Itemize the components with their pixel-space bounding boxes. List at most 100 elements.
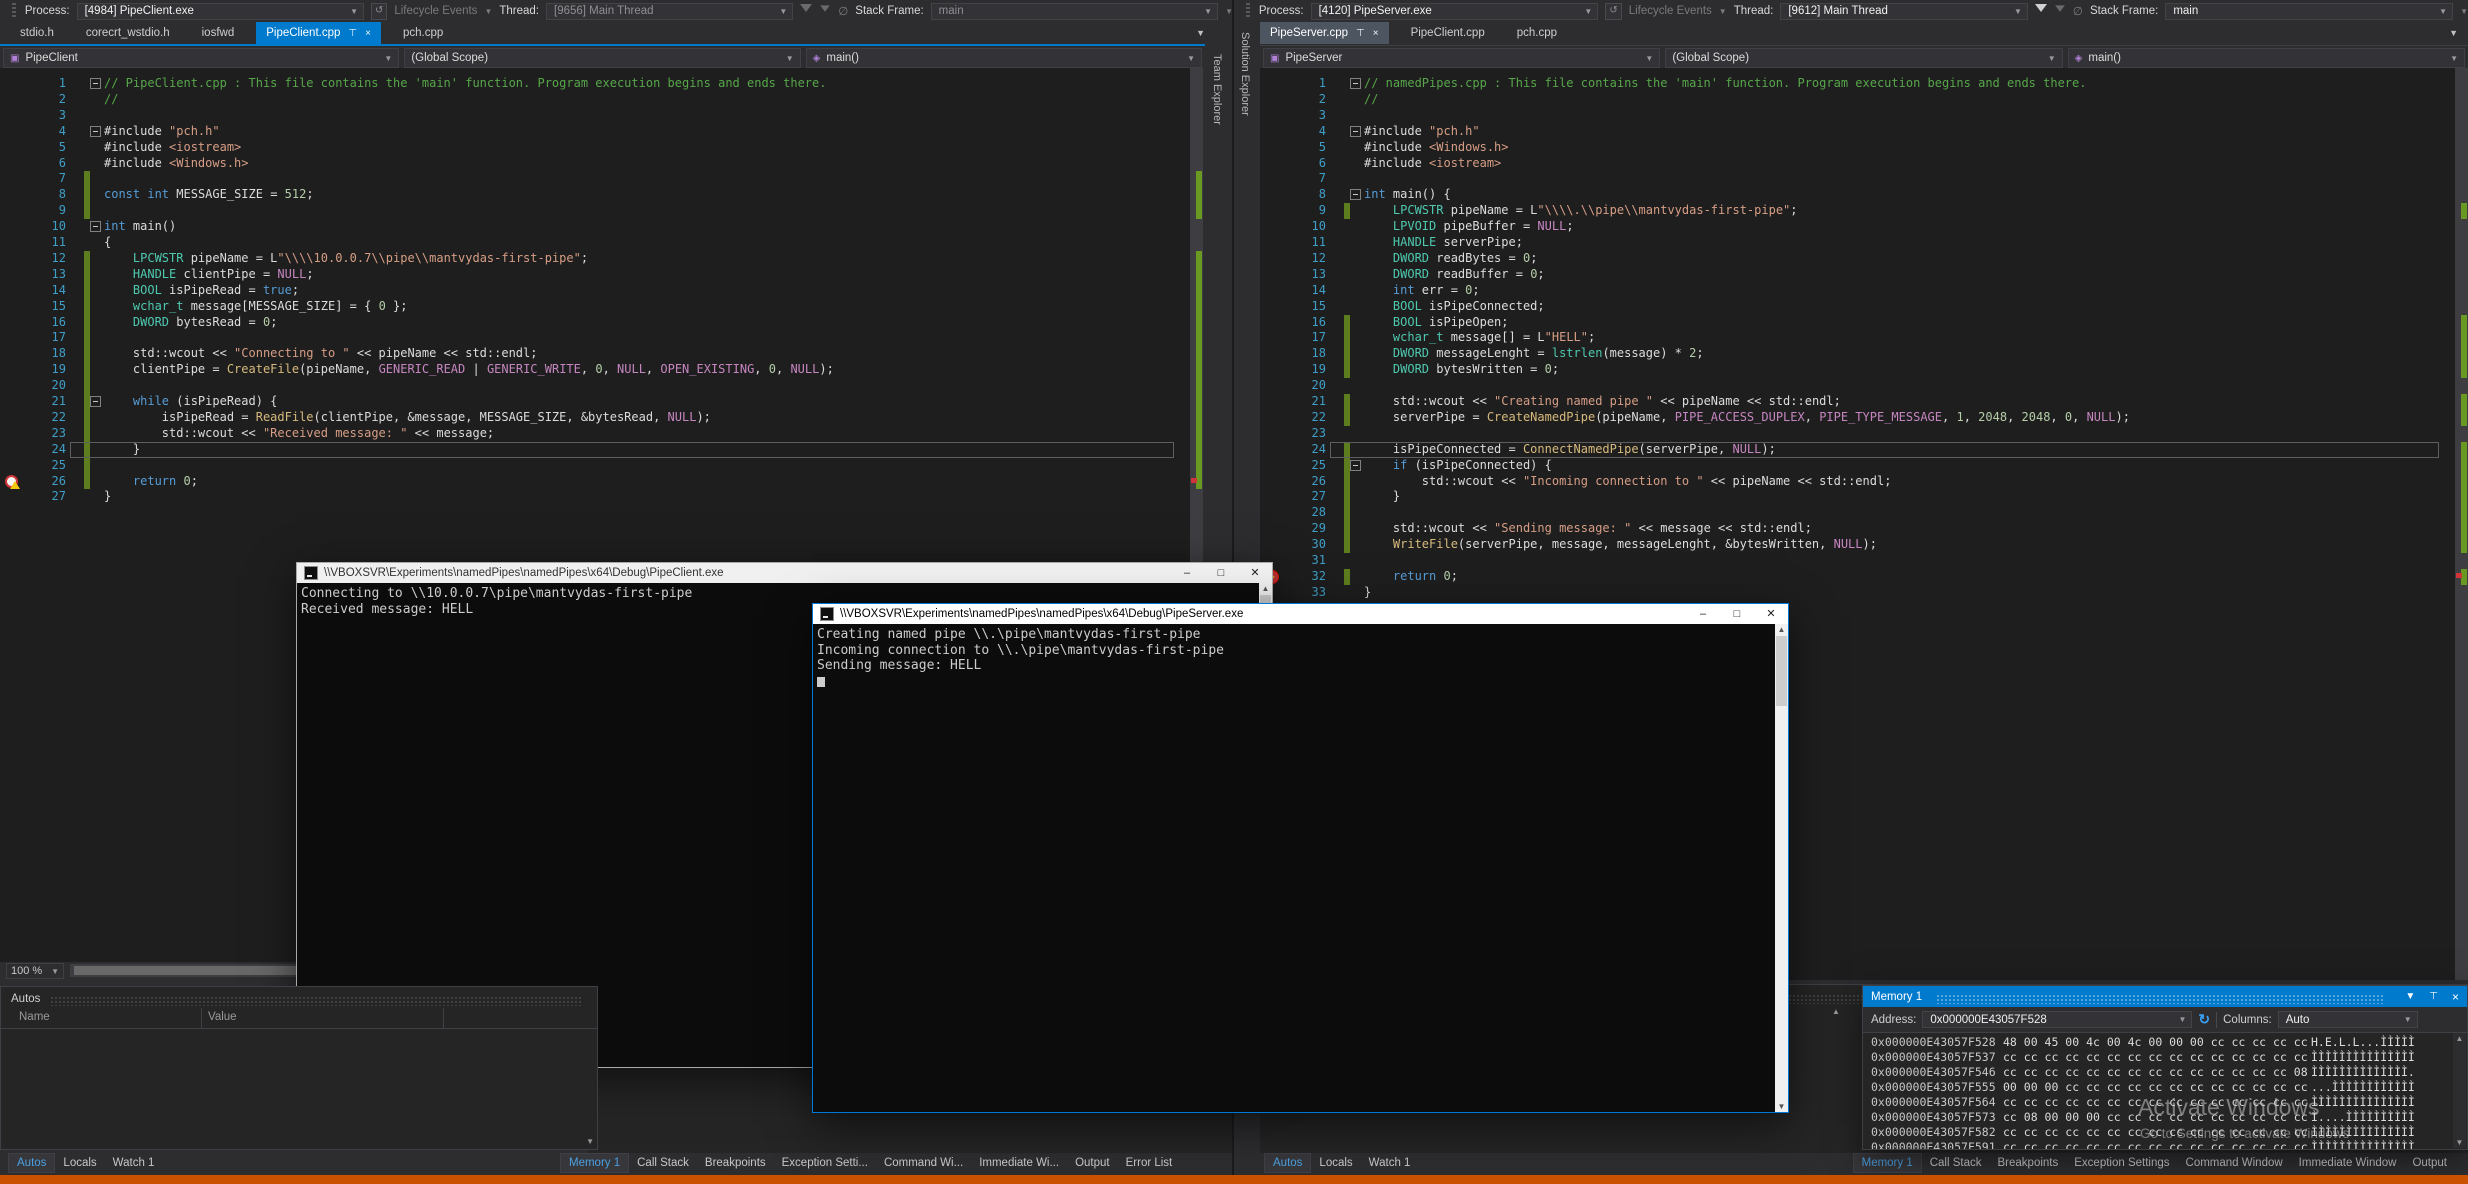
- panel-tab-call-stack[interactable]: Call Stack: [1922, 1154, 1990, 1172]
- change-tracking-bar: [1344, 394, 1350, 426]
- filter-flagged-icon[interactable]: [2055, 5, 2065, 16]
- address-input[interactable]: 0x000000E43057F528▼: [1922, 1011, 2192, 1028]
- tab-pipeclient-cpp[interactable]: PipeClient.cpp: [1401, 22, 1495, 44]
- suppress-icon[interactable]: ∅: [838, 4, 848, 18]
- project-dropdown[interactable]: ▣ PipeServer▼: [1263, 48, 1660, 68]
- column-value[interactable]: Value: [208, 1011, 237, 1023]
- console-title-bar[interactable]: \\VBOXSVR\Experiments\namedPipes\namedPi…: [297, 563, 1272, 583]
- pin-icon[interactable]: ⊤: [1356, 28, 1365, 39]
- pin-icon[interactable]: ⊤: [2429, 991, 2438, 1002]
- column-name[interactable]: Name: [19, 1011, 50, 1023]
- process-dropdown[interactable]: [4984] PipeClient.exe▼: [77, 3, 364, 20]
- breakpoint-warning-icon[interactable]: [5, 475, 18, 488]
- tab-list-chevron-icon[interactable]: ▼: [2449, 28, 2458, 38]
- tab-corecrt-wstdio-h[interactable]: corecrt_wstdio.h: [76, 22, 180, 44]
- member-dropdown[interactable]: ◈ main()▼: [2068, 48, 2465, 68]
- panel-tab-watch-1[interactable]: Watch 1: [1361, 1154, 1419, 1172]
- close-button[interactable]: ✕: [1754, 604, 1788, 624]
- editor-scrollbar-right[interactable]: [2455, 68, 2468, 980]
- fold-collapse-icon[interactable]: [90, 78, 101, 89]
- maximize-button[interactable]: □: [1204, 563, 1238, 583]
- lifecycle-events-icon[interactable]: ↺: [1605, 3, 1621, 20]
- maximize-button[interactable]: □: [1720, 604, 1754, 624]
- code-line: 18 DWORD messageLenght = lstrlen(message…: [1260, 346, 2455, 362]
- panel-tab-immediate-window[interactable]: Immediate Window: [2291, 1154, 2405, 1172]
- thread-dropdown[interactable]: [9612] Main Thread▼: [1780, 3, 2028, 20]
- chevron-down-icon: ▼: [2048, 54, 2056, 63]
- tab-pch-cpp[interactable]: pch.cpp: [393, 22, 453, 44]
- memory-title-bar[interactable]: Memory 1 ▼ ⊤ ×: [1863, 986, 2467, 1007]
- tab-stdio-h[interactable]: stdio.h: [10, 22, 64, 44]
- window-position-icon[interactable]: ▼: [2405, 991, 2415, 1002]
- minimize-button[interactable]: –: [1686, 604, 1720, 624]
- panel-tab-autos[interactable]: Autos: [1264, 1153, 1311, 1173]
- filter-threads-icon[interactable]: [2035, 4, 2047, 18]
- panel-tab-locals[interactable]: Locals: [55, 1154, 104, 1172]
- pin-icon[interactable]: ⊤: [348, 28, 357, 39]
- fold-collapse-icon[interactable]: [1350, 126, 1361, 137]
- console-scrollbar[interactable]: ▲▼: [1775, 624, 1788, 1112]
- fold-collapse-icon[interactable]: [90, 126, 101, 137]
- close-button[interactable]: ✕: [1238, 563, 1272, 583]
- panel-tab-autos[interactable]: Autos: [8, 1153, 55, 1173]
- tab-pipeserver-cpp[interactable]: PipeServer.cpp⊤×: [1260, 22, 1389, 44]
- fold-collapse-icon[interactable]: [90, 221, 101, 232]
- panel-tab-output[interactable]: Output: [2404, 1154, 2455, 1172]
- stack-frame-dropdown[interactable]: main▼: [2165, 3, 2453, 20]
- panel-tab-output[interactable]: Output: [1067, 1154, 1118, 1172]
- stack-frame-dropdown[interactable]: main▼: [931, 3, 1218, 20]
- fold-collapse-icon[interactable]: [90, 396, 101, 407]
- process-dropdown[interactable]: [4120] PipeServer.exe▼: [1311, 3, 1599, 20]
- tab-pch-cpp[interactable]: pch.cpp: [1507, 22, 1567, 44]
- project-dropdown[interactable]: ▣ PipeClient▼: [3, 48, 399, 68]
- close-icon[interactable]: ×: [365, 28, 371, 39]
- line-number: 25: [0, 458, 66, 474]
- lifecycle-events-icon[interactable]: ↺: [371, 3, 387, 20]
- refresh-icon[interactable]: ↻: [2198, 1011, 2210, 1028]
- thread-dropdown[interactable]: [9656] Main Thread▼: [546, 3, 793, 20]
- panel-tab-call-stack[interactable]: Call Stack: [629, 1154, 697, 1172]
- fold-collapse-icon[interactable]: [1350, 460, 1361, 471]
- fold-collapse-icon[interactable]: [1350, 78, 1361, 89]
- panel-tab-error-list[interactable]: Error List: [1118, 1154, 1181, 1172]
- tab-iosfwd[interactable]: iosfwd: [192, 22, 245, 44]
- toolbar-overflow-icon[interactable]: ▼: [2460, 7, 2468, 16]
- columns-dropdown[interactable]: Auto▼: [2278, 1011, 2418, 1028]
- zoom-control[interactable]: 100 %▼: [6, 963, 64, 979]
- panel-tab-memory-1[interactable]: Memory 1: [560, 1153, 629, 1173]
- console-output[interactable]: Creating named pipe \\.\pipe\mantvydas-f…: [813, 624, 1775, 1112]
- tab-list-chevron-icon[interactable]: ▼: [1196, 28, 1205, 38]
- suppress-icon[interactable]: ∅: [2073, 4, 2083, 18]
- fold-collapse-icon[interactable]: [1350, 189, 1361, 200]
- memory-hex-view[interactable]: 0x000000E43057F52848 00 45 00 4c 00 4c 0…: [1863, 1033, 2453, 1149]
- toolbar-drag-handle[interactable]: [12, 3, 16, 19]
- console-title-bar[interactable]: \\VBOXSVR\Experiments\namedPipes\namedPi…: [813, 604, 1788, 624]
- toolbar-drag-handle[interactable]: [1246, 3, 1250, 19]
- panel-tab-exception-setti-[interactable]: Exception Setti...: [774, 1154, 876, 1172]
- scope-dropdown[interactable]: (Global Scope)▼: [1665, 48, 2062, 68]
- filter-threads-icon[interactable]: [800, 4, 812, 18]
- close-icon[interactable]: ×: [2452, 990, 2459, 1004]
- panel-tab-watch-1[interactable]: Watch 1: [105, 1154, 163, 1172]
- panel-tab-command-wi-[interactable]: Command Wi...: [876, 1154, 971, 1172]
- code-line: 5#include <Windows.h>: [1260, 140, 2455, 156]
- scroll-down-icon[interactable]: ▼: [586, 1137, 594, 1146]
- close-icon[interactable]: ×: [1373, 28, 1379, 39]
- tab-pipeclient-cpp[interactable]: PipeClient.cpp⊤×: [256, 22, 381, 44]
- panel-tab-command-window[interactable]: Command Window: [2178, 1154, 2291, 1172]
- panel-tab-exception-settings[interactable]: Exception Settings: [2066, 1154, 2177, 1172]
- panel-tab-locals[interactable]: Locals: [1311, 1154, 1360, 1172]
- panel-tab-breakpoints[interactable]: Breakpoints: [1990, 1154, 2067, 1172]
- memory-ascii: ÌÌÌÌÌÌÌÌÌÌÌÌÌÌÌ: [2311, 1125, 2415, 1140]
- lifecycle-events-label[interactable]: Lifecycle Events: [394, 5, 477, 17]
- scroll-up-icon[interactable]: ▲: [1832, 1007, 1840, 1016]
- panel-tab-immediate-wi-[interactable]: Immediate Wi...: [971, 1154, 1067, 1172]
- lifecycle-events-label[interactable]: Lifecycle Events: [1629, 5, 1712, 17]
- panel-tab-breakpoints[interactable]: Breakpoints: [697, 1154, 774, 1172]
- scope-dropdown[interactable]: (Global Scope)▼: [404, 48, 800, 68]
- member-dropdown[interactable]: ◈ main()▼: [806, 48, 1202, 68]
- panel-tab-memory-1[interactable]: Memory 1: [1853, 1153, 1922, 1173]
- filter-flagged-icon[interactable]: [820, 5, 830, 16]
- minimize-button[interactable]: –: [1170, 563, 1204, 583]
- memory-scrollbar[interactable]: ▲ ▼: [2453, 1033, 2466, 1148]
